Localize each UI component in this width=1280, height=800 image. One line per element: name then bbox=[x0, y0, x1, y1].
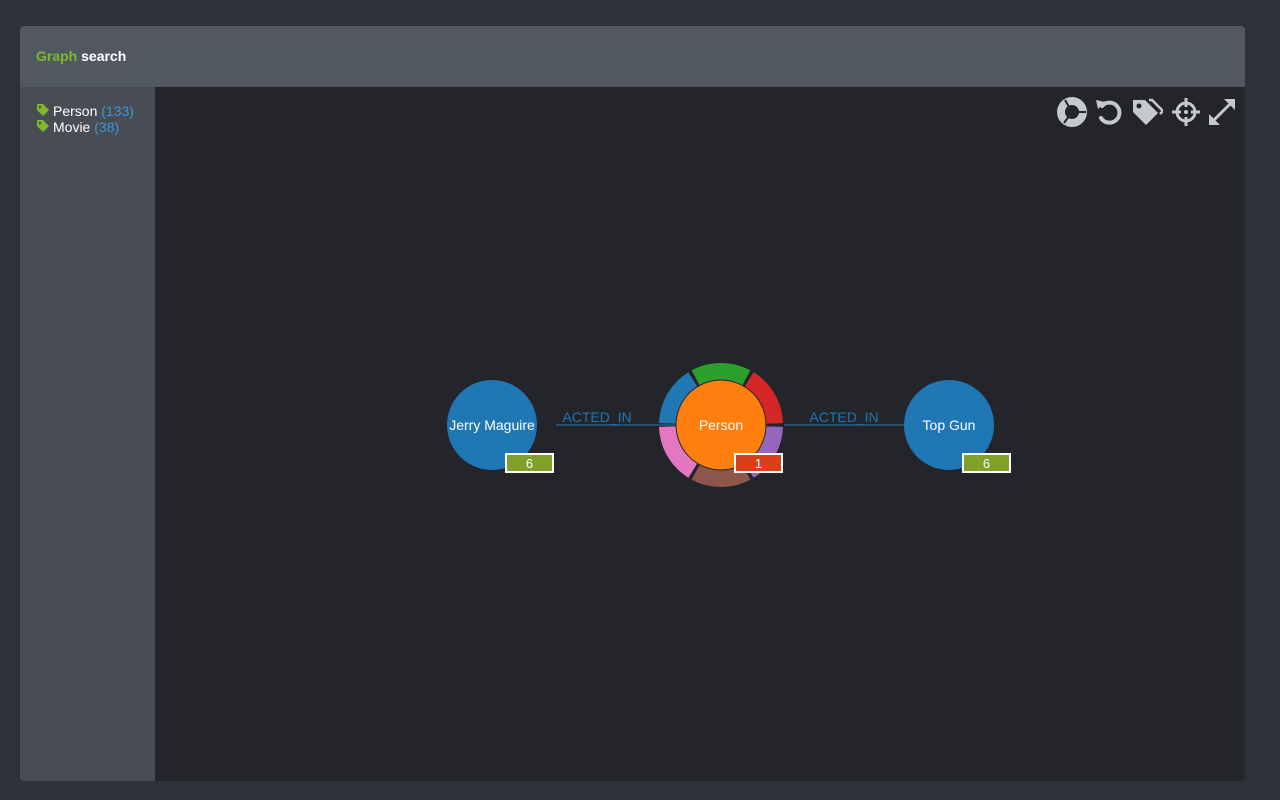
title-graph: Graph bbox=[36, 48, 78, 64]
label-name: Movie bbox=[53, 119, 91, 135]
node-label: Jerry Maguire bbox=[449, 417, 535, 433]
sidebar-label-person[interactable]: Person (133) bbox=[36, 103, 134, 119]
graph-search-panel: Graph search Person (133) Movie (38) ACT… bbox=[20, 26, 1245, 781]
node-badge-count: 1 bbox=[755, 456, 762, 471]
sidebar-label-movie[interactable]: Movie (38) bbox=[36, 119, 119, 135]
label-name: Person bbox=[53, 103, 98, 119]
label-count: (38) bbox=[94, 119, 120, 135]
node-badge-count: 6 bbox=[526, 456, 533, 471]
label-count: (133) bbox=[101, 103, 134, 119]
relationship-label: ACTED_IN bbox=[562, 409, 631, 425]
tag-icon bbox=[37, 120, 49, 132]
graph-svg[interactable]: ACTED_IN ACTED_IN Jerry Maguire 6 Person… bbox=[155, 87, 1245, 781]
node-label: Top Gun bbox=[923, 417, 976, 433]
relationship-label: ACTED_IN bbox=[809, 409, 878, 425]
panel-title: Graph search bbox=[36, 48, 126, 64]
labels-sidebar: Person (133) Movie (38) bbox=[20, 87, 155, 781]
tag-icon bbox=[37, 104, 49, 116]
node-label: Person bbox=[699, 417, 743, 433]
graph-canvas[interactable]: ACTED_IN ACTED_IN Jerry Maguire 6 Person… bbox=[155, 87, 1245, 781]
panel-header: Graph search bbox=[20, 26, 1245, 87]
node-badge-count: 6 bbox=[983, 456, 990, 471]
node-top-gun[interactable]: Top Gun 6 bbox=[904, 380, 1011, 473]
node-jerry-maguire[interactable]: Jerry Maguire 6 bbox=[447, 380, 554, 473]
title-search: search bbox=[81, 48, 127, 64]
